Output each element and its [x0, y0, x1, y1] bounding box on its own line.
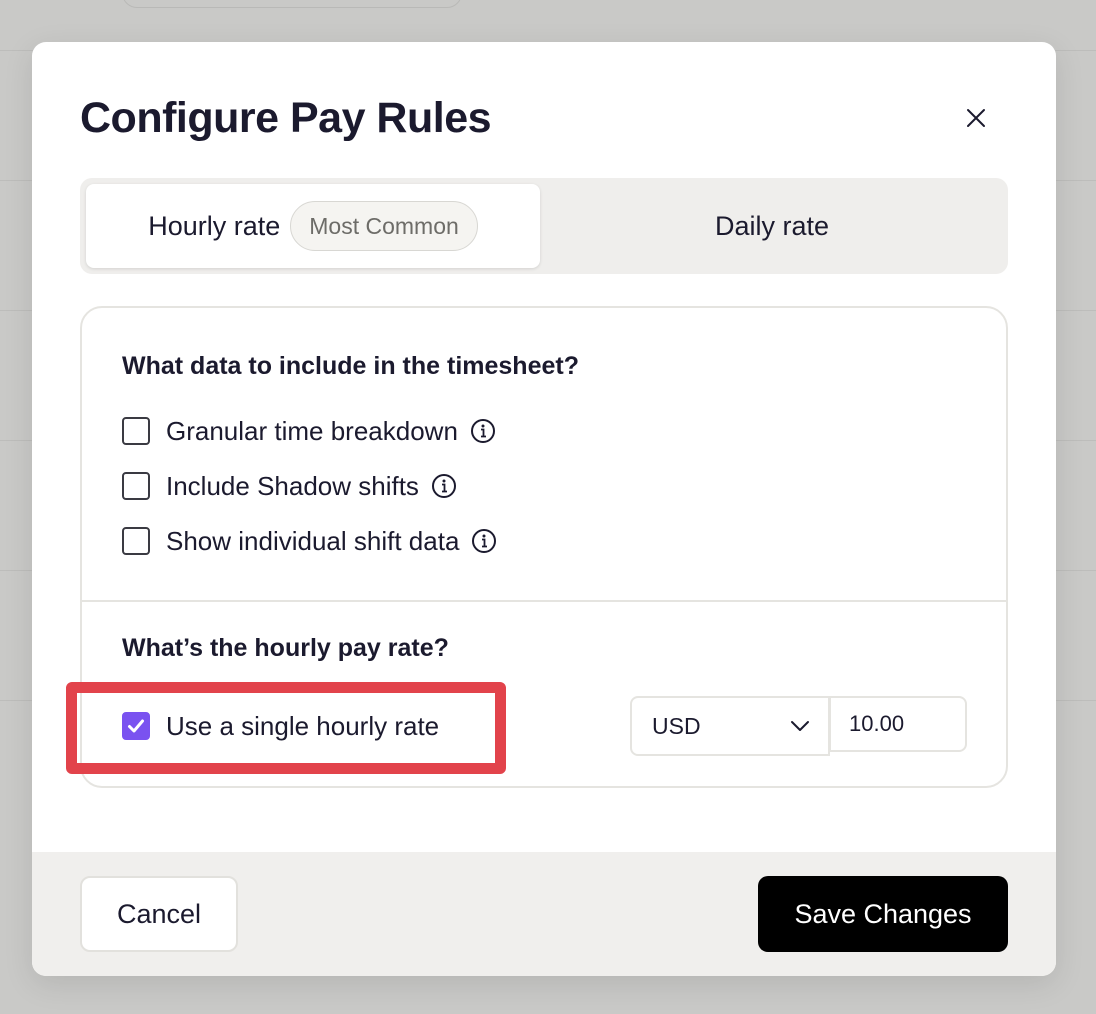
chevron-down-icon	[791, 721, 809, 731]
granular-time-breakdown-checkbox[interactable]	[122, 417, 150, 445]
background-pill	[122, 0, 462, 8]
option-show-individual-shift-data: Show individual shift data	[122, 526, 497, 556]
rate-type-tabs: Hourly rate Most Common Daily rate	[80, 178, 1008, 274]
close-icon	[967, 109, 985, 127]
tab-hourly-rate[interactable]: Hourly rate Most Common	[86, 184, 540, 268]
timesheet-section-title: What data to include in the timesheet?	[122, 352, 579, 380]
dialog-title: Configure Pay Rules	[80, 94, 492, 142]
pay-rate-section-title: What’s the hourly pay rate?	[122, 634, 449, 662]
option-label: Show individual shift data	[166, 525, 460, 556]
tab-daily-rate[interactable]: Daily rate	[542, 184, 1002, 268]
highlight-box	[66, 682, 506, 774]
option-label: Include Shadow shifts	[166, 470, 419, 501]
pay-rules-card: What data to include in the timesheet? G…	[66, 306, 1008, 788]
configure-pay-rules-dialog: Configure Pay Rules Hourly rate Most Com…	[32, 42, 1056, 976]
show-individual-shift-data-checkbox[interactable]	[122, 527, 150, 555]
close-button[interactable]	[960, 102, 992, 134]
option-include-shadow-shifts: Include Shadow shifts	[122, 471, 457, 501]
cancel-button[interactable]: Cancel	[80, 876, 238, 952]
option-granular-time-breakdown: Granular time breakdown	[122, 416, 496, 446]
dialog-footer: Cancel Save Changes	[32, 852, 1056, 976]
save-changes-button[interactable]: Save Changes	[758, 876, 1008, 952]
tab-daily-label: Daily rate	[714, 210, 830, 241]
section-divider	[82, 600, 1006, 602]
currency-select[interactable]: USD	[630, 696, 830, 756]
include-shadow-shifts-checkbox[interactable]	[122, 472, 150, 500]
tab-hourly-label: Hourly rate	[148, 210, 281, 241]
info-icon[interactable]	[471, 528, 497, 554]
info-icon[interactable]	[431, 473, 457, 499]
option-label: Granular time breakdown	[166, 415, 458, 446]
currency-value: USD	[652, 712, 701, 739]
hourly-rate-input[interactable]: 10.00	[829, 696, 967, 752]
info-icon[interactable]	[470, 418, 496, 444]
most-common-badge: Most Common	[290, 201, 478, 251]
